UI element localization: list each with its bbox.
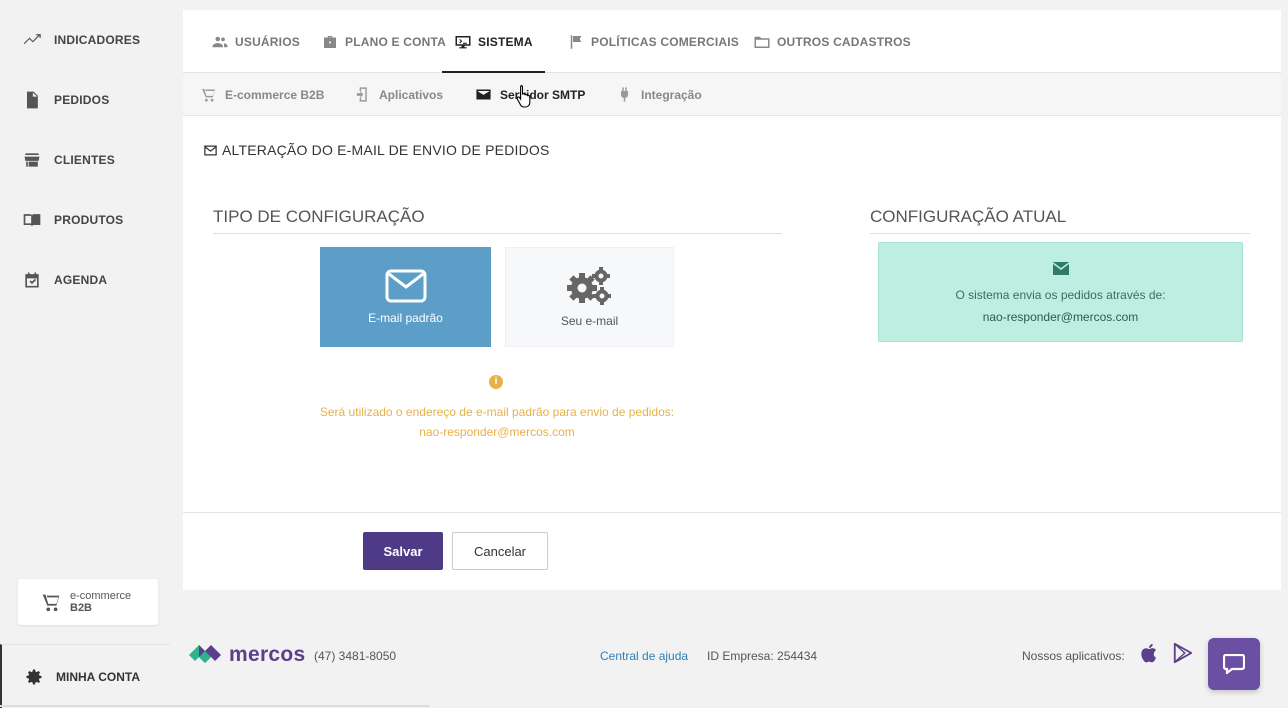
company-id: ID Empresa: 254434 (707, 649, 818, 663)
tab-label: SISTEMA (478, 34, 533, 49)
sidebar-item-label: PEDIDOS (54, 93, 110, 107)
calendar-check-icon (25, 272, 39, 288)
sidebar-item-minha-conta[interactable]: MINHA CONTA (0, 644, 170, 708)
plug-icon (620, 87, 629, 102)
sidebar-item-produtos[interactable]: PRODUTOS (22, 208, 123, 232)
mercos-logo-icon (189, 645, 221, 663)
sidebar-item-pedidos[interactable]: PEDIDOS (22, 88, 109, 112)
briefcase-icon (324, 35, 336, 48)
ecommerce-line1: e-commerce (70, 590, 132, 602)
subtab-label: Aplicativos (379, 87, 444, 102)
hand-cursor-icon (516, 84, 531, 108)
chat-button[interactable] (1208, 638, 1260, 690)
cart-icon (202, 88, 215, 102)
help-center-link[interactable]: Central de ajuda (600, 649, 688, 663)
tab-label: OUTROS CADASTROS (777, 34, 911, 49)
app-icon (356, 87, 367, 102)
current-config-email: nao-responder@mercos.com (982, 310, 1139, 324)
info-icon: i (489, 375, 503, 389)
apps-label: Nossos aplicativos: (1022, 649, 1125, 663)
monitor-icon (455, 35, 471, 48)
info-email: nao-responder@mercos.com (419, 425, 575, 439)
flag-icon (570, 34, 582, 49)
ecommerce-b2b-card[interactable]: e-commerce B2B (18, 579, 158, 625)
mercos-logo: mercos (187, 643, 306, 667)
gear-icon (26, 669, 42, 684)
envelope-outline-icon (204, 145, 217, 155)
cart-icon (42, 594, 60, 612)
book-icon (23, 214, 41, 227)
sub-tabs: E-commerce B2B Aplicativos Servidor SMTP… (183, 73, 1281, 116)
sidebar-item-label: AGENDA (54, 273, 108, 287)
chat-icon (1223, 654, 1245, 674)
gears-icon (566, 267, 611, 305)
tab-label: USUÁRIOS (235, 34, 300, 49)
tab-sistema[interactable]: SISTEMA (442, 10, 545, 74)
play-store-icon[interactable] (1172, 642, 1194, 664)
section-title-text: ALTERAÇÃO DO E-MAIL DE ENVIO DE PEDIDOS (222, 142, 550, 158)
option-default-email[interactable]: E-mail padrão (320, 247, 491, 347)
subtab-integracao[interactable]: Integração (616, 73, 702, 116)
option-label: E-mail padrão (368, 311, 443, 325)
envelope-icon (1052, 262, 1069, 275)
tab-label: PLANO E CONTA (345, 34, 447, 49)
minha-conta-label: MINHA CONTA (56, 669, 140, 684)
option-own-email[interactable]: Seu e-mail (505, 247, 674, 347)
top-tabs: USUÁRIOS PLANO E CONTA SISTEMA POLÍTICAS… (183, 10, 1281, 74)
subtab-ecommerce-b2b[interactable]: E-commerce B2B (200, 73, 324, 116)
sidebar-item-label: INDICADORES (54, 33, 141, 47)
trending-up-icon (23, 34, 41, 45)
tab-outros-cadastros[interactable]: OUTROS CADASTROS (753, 10, 911, 73)
config-type-heading: TIPO DE CONFIGURAÇÃO (213, 207, 782, 234)
section-title: ALTERAÇÃO DO E-MAIL DE ENVIO DE PEDIDOS (203, 142, 550, 158)
main-panel: USUÁRIOS PLANO E CONTA SISTEMA POLÍTICAS… (183, 10, 1281, 590)
bottom-divider (0, 705, 430, 707)
folder-icon (754, 36, 770, 48)
document-icon (27, 91, 38, 109)
cancel-button[interactable]: Cancelar (452, 532, 548, 570)
sidebar: INDICADORES PEDIDOS CLIENTES PRODUTOS AG… (0, 0, 170, 708)
tab-plano-e-conta[interactable]: PLANO E CONTA (321, 10, 446, 73)
option-label: Seu e-mail (560, 314, 619, 328)
sidebar-item-agenda[interactable]: AGENDA (22, 268, 107, 292)
apple-icon[interactable] (1139, 641, 1161, 665)
save-button[interactable]: Salvar (363, 532, 443, 570)
sidebar-item-clientes[interactable]: CLIENTES (22, 148, 115, 172)
tab-politicas-comerciais[interactable]: POLÍTICAS COMERCIAIS (567, 10, 739, 73)
sidebar-item-label: PRODUTOS (54, 213, 124, 227)
store-icon (24, 153, 40, 167)
users-icon (212, 36, 228, 47)
form-footer-divider (183, 512, 1281, 513)
tab-usuarios[interactable]: USUÁRIOS (211, 10, 300, 73)
current-config-box: O sistema envia os pedidos através de: n… (878, 242, 1243, 342)
brand-name: mercos (229, 643, 306, 666)
subtab-label: E-commerce B2B (225, 87, 325, 102)
sidebar-item-indicadores[interactable]: INDICADORES (22, 28, 140, 52)
subtab-label: Integração (641, 87, 702, 102)
envelope-icon (476, 89, 491, 100)
phone-number: (47) 3481-8050 (314, 649, 397, 663)
ecommerce-line2: B2B (70, 602, 93, 614)
tab-label: POLÍTICAS COMERCIAIS (591, 34, 740, 49)
info-text: Será utilizado o endereço de e-mail padr… (319, 405, 675, 419)
subtab-aplicativos[interactable]: Aplicativos (354, 73, 443, 116)
current-config-text: O sistema envia os pedidos através de: (955, 288, 1166, 302)
envelope-outline-icon (385, 269, 426, 303)
current-config-heading: CONFIGURAÇÃO ATUAL (870, 207, 1250, 234)
sidebar-item-label: CLIENTES (54, 153, 115, 167)
subtab-label: Servidor SMTP (500, 87, 586, 102)
